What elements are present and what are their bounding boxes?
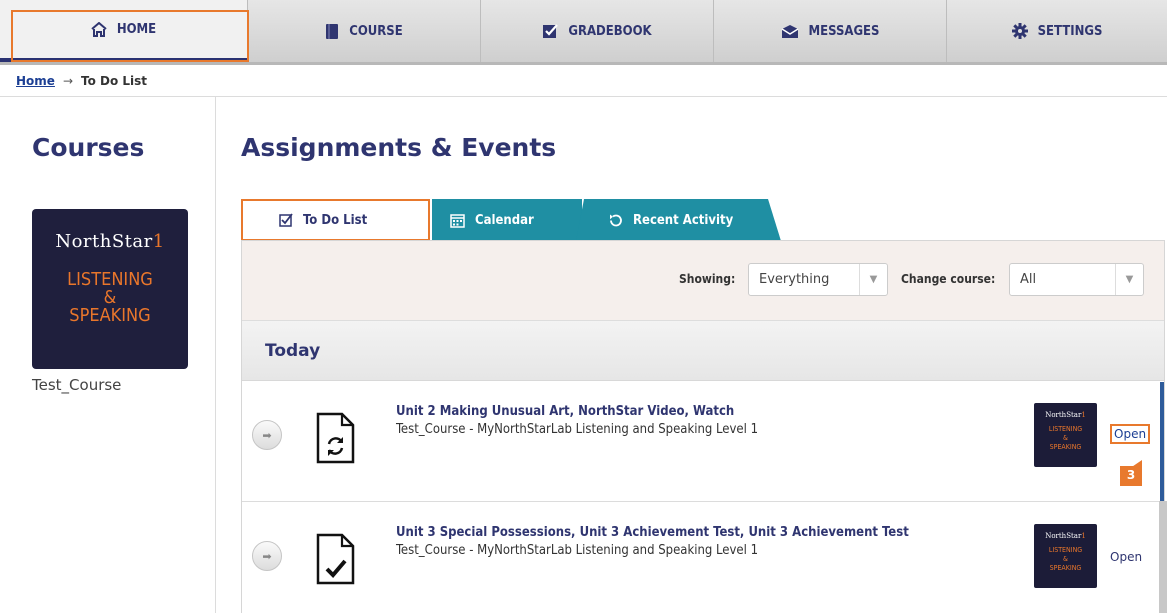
open-link[interactable]: Open: [1110, 550, 1142, 564]
refresh-icon: [608, 213, 623, 228]
arrow-right-icon: ➡: [262, 428, 272, 442]
checkbox-icon: [279, 213, 293, 227]
top-nav: HOME COURSE GRADEBOOK MESSAGES SETTINGS: [0, 0, 1167, 65]
list-item: ➡ Unit 3 Special Possessions, Unit 3 Ach…: [242, 503, 1164, 613]
course-thumbnail: NorthStar1 LISTENING & SPEAKING: [1034, 524, 1097, 588]
home-icon: [91, 21, 107, 37]
change-course-select-value: All: [1020, 272, 1037, 287]
course-card-subtitle: LISTENING & SPEAKING: [67, 269, 153, 326]
courses-sidebar: Courses NorthStar1 LISTENING & SPEAKING …: [0, 97, 216, 613]
tab-to-do-list[interactable]: To Do List: [241, 199, 430, 241]
tabs: To Do List Calendar Recent Activity: [241, 199, 1166, 241]
filter-bar: Showing: Everything ▼ Change course: All…: [242, 241, 1164, 321]
breadcrumb-home-link[interactable]: Home: [16, 74, 55, 88]
assignment-title-link[interactable]: Unit 3 Special Possessions, Unit 3 Achie…: [396, 525, 909, 540]
assignment-course: Test_Course - MyNorthStarLab Listening a…: [396, 422, 759, 437]
course-card[interactable]: NorthStar1 LISTENING & SPEAKING: [32, 209, 188, 369]
nav-home[interactable]: HOME: [0, 0, 248, 62]
course-card-brand: NorthStar1: [55, 231, 165, 252]
book-icon: [325, 23, 339, 40]
course-name-link[interactable]: Test_Course: [32, 376, 121, 394]
nav-home-label: HOME: [116, 21, 157, 37]
tab-calendar-label: Calendar: [475, 212, 534, 228]
showing-select-value: Everything: [759, 272, 830, 287]
nav-course-label: COURSE: [349, 23, 403, 39]
tab-to-do-list-label: To Do List: [303, 212, 368, 228]
todo-panel: Showing: Everything ▼ Change course: All…: [241, 240, 1165, 613]
nav-course[interactable]: COURSE: [248, 0, 481, 62]
envelope-icon: [781, 24, 799, 39]
go-button[interactable]: ➡: [252, 541, 282, 571]
scrollbar[interactable]: [1159, 501, 1167, 613]
chevron-down-icon: ▼: [1115, 264, 1143, 295]
section-header-today: Today: [242, 321, 1164, 381]
courses-heading: Courses: [32, 133, 145, 162]
calendar-icon: [450, 213, 465, 228]
nav-settings-label: SETTINGS: [1037, 23, 1103, 39]
assignment-course: Test_Course - MyNorthStarLab Listening a…: [396, 543, 759, 558]
change-course-select[interactable]: All ▼: [1009, 263, 1144, 296]
nav-messages[interactable]: MESSAGES: [714, 0, 947, 62]
nav-gradebook[interactable]: GRADEBOOK: [481, 0, 714, 62]
nav-messages-label: MESSAGES: [808, 23, 880, 39]
assignment-title-link[interactable]: Unit 2 Making Unusual Art, NorthStar Vid…: [396, 404, 734, 419]
document-check-icon: [315, 533, 355, 589]
breadcrumb: Home → To Do List: [0, 65, 1167, 97]
nav-settings[interactable]: SETTINGS: [947, 0, 1167, 62]
tab-recent-activity-label: Recent Activity: [633, 212, 734, 228]
checkbox-icon: [542, 23, 559, 39]
document-refresh-icon: [315, 412, 355, 468]
gear-icon: [1011, 23, 1028, 39]
showing-select[interactable]: Everything ▼: [748, 263, 888, 296]
go-button[interactable]: ➡: [252, 420, 282, 450]
breadcrumb-separator: →: [62, 73, 73, 88]
open-link[interactable]: Open: [1110, 424, 1151, 444]
showing-label: Showing:: [679, 272, 736, 286]
change-course-label: Change course:: [901, 272, 996, 286]
nav-gradebook-label: GRADEBOOK: [568, 23, 652, 39]
course-thumbnail: NorthStar1 LISTENING & SPEAKING: [1034, 403, 1097, 467]
list-item: ➡ Unit 2 Making Unusual Art, NorthStar V…: [242, 382, 1164, 502]
arrow-right-icon: ➡: [262, 549, 272, 563]
tab-recent-activity[interactable]: Recent Activity: [576, 199, 781, 241]
tab-calendar[interactable]: Calendar: [432, 199, 582, 241]
page-title: Assignments & Events: [241, 133, 557, 162]
chevron-down-icon: ▼: [859, 264, 887, 295]
breadcrumb-current: To Do List: [81, 73, 148, 88]
